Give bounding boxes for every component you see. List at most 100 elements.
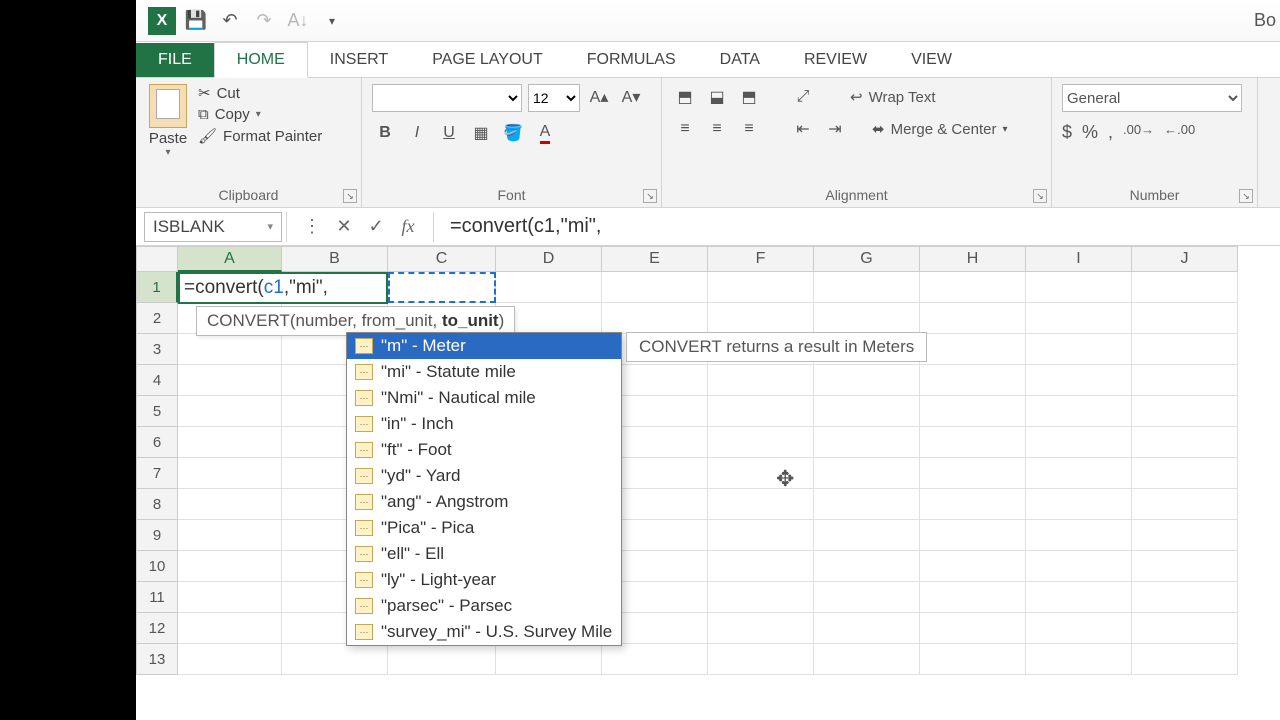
col-header-I[interactable]: I	[1026, 246, 1132, 272]
cell-D13[interactable]	[496, 644, 602, 675]
cancel-icon[interactable]: ✕	[331, 214, 357, 240]
cell-E13[interactable]	[602, 644, 708, 675]
cell-I7[interactable]	[1026, 458, 1132, 489]
cell-F6[interactable]	[708, 427, 814, 458]
cell-J12[interactable]	[1132, 613, 1238, 644]
tab-view[interactable]: VIEW	[889, 43, 974, 77]
cell-F12[interactable]	[708, 613, 814, 644]
cell-I5[interactable]	[1026, 396, 1132, 427]
font-launcher-icon[interactable]: ↘	[643, 189, 657, 203]
cell-I11[interactable]	[1026, 582, 1132, 613]
cell-J7[interactable]	[1132, 458, 1238, 489]
col-header-C[interactable]: C	[388, 246, 496, 272]
cell-F11[interactable]	[708, 582, 814, 613]
cell-H10[interactable]	[920, 551, 1026, 582]
cell-H5[interactable]	[920, 396, 1026, 427]
cell-G1[interactable]	[814, 272, 920, 303]
cell-J3[interactable]	[1132, 334, 1238, 365]
cell-I10[interactable]	[1026, 551, 1132, 582]
fill-color-button[interactable]: 🪣	[500, 120, 526, 146]
align-left-icon[interactable]: ≡	[672, 116, 698, 142]
row-header-10[interactable]: 10	[136, 551, 178, 582]
cell-I1[interactable]	[1026, 272, 1132, 303]
percent-icon[interactable]: %	[1082, 122, 1098, 143]
format-painter-button[interactable]: 🖌Format Painter	[198, 127, 322, 145]
bold-button[interactable]: B	[372, 120, 398, 146]
redo-icon[interactable]: ↷	[250, 7, 278, 35]
autocomplete-option[interactable]: ⋯"in" - Inch	[347, 411, 621, 437]
cell-H7[interactable]	[920, 458, 1026, 489]
qat-customize-icon[interactable]: ▾	[318, 7, 346, 35]
col-header-D[interactable]: D	[496, 246, 602, 272]
autocomplete-option[interactable]: ⋯"m" - Meter	[347, 333, 621, 359]
cell-H3[interactable]	[920, 334, 1026, 365]
col-header-J[interactable]: J	[1132, 246, 1238, 272]
row-header-4[interactable]: 4	[136, 365, 178, 396]
cell-J13[interactable]	[1132, 644, 1238, 675]
autocomplete-option[interactable]: ⋯"mi" - Statute mile	[347, 359, 621, 385]
decrease-indent-icon[interactable]: ⇤	[790, 116, 816, 142]
formula-input[interactable]: =convert(c1,"mi",	[438, 215, 1280, 238]
align-bottom-icon[interactable]: ⬒	[736, 84, 762, 110]
unit-autocomplete-dropdown[interactable]: ⋯"m" - Meter⋯"mi" - Statute mile⋯"Nmi" -…	[346, 332, 622, 646]
row-header-3[interactable]: 3	[136, 334, 178, 365]
cell-H12[interactable]	[920, 613, 1026, 644]
row-header-13[interactable]: 13	[136, 644, 178, 675]
col-header-F[interactable]: F	[708, 246, 814, 272]
autocomplete-option[interactable]: ⋯"Pica" - Pica	[347, 515, 621, 541]
cell-H11[interactable]	[920, 582, 1026, 613]
cell-F9[interactable]	[708, 520, 814, 551]
row-header-1[interactable]: 1	[136, 272, 178, 303]
cell-J6[interactable]	[1132, 427, 1238, 458]
comma-icon[interactable]: ,	[1108, 122, 1113, 143]
tab-file[interactable]: FILE	[136, 43, 214, 77]
cell-A12[interactable]	[178, 613, 282, 644]
wrap-text-button[interactable]: ↩Wrap Text	[844, 84, 942, 110]
decrease-decimal-icon[interactable]: ←.00	[1164, 122, 1195, 143]
row-header-6[interactable]: 6	[136, 427, 178, 458]
cell-F2[interactable]	[708, 303, 814, 334]
borders-button[interactable]: ▦	[468, 120, 494, 146]
cut-button[interactable]: ✂Cut	[198, 84, 322, 102]
cell-G7[interactable]	[814, 458, 920, 489]
cell-G6[interactable]	[814, 427, 920, 458]
font-size-select[interactable]: 12	[528, 84, 580, 112]
align-center-icon[interactable]: ≡	[704, 116, 730, 142]
cell-G2[interactable]	[814, 303, 920, 334]
cell-B13[interactable]	[282, 644, 388, 675]
cell-H1[interactable]	[920, 272, 1026, 303]
cell-J5[interactable]	[1132, 396, 1238, 427]
sort-icon[interactable]: A↓	[284, 7, 312, 35]
alignment-launcher-icon[interactable]: ↘	[1033, 189, 1047, 203]
cell-A4[interactable]	[178, 365, 282, 396]
enter-icon[interactable]: ✓	[363, 214, 389, 240]
cell-A10[interactable]	[178, 551, 282, 582]
cell-G9[interactable]	[814, 520, 920, 551]
tab-review[interactable]: REVIEW	[782, 43, 889, 77]
col-header-H[interactable]: H	[920, 246, 1026, 272]
autocomplete-option[interactable]: ⋯"ang" - Angstrom	[347, 489, 621, 515]
increase-decimal-icon[interactable]: .00→	[1123, 122, 1154, 143]
cell-A5[interactable]	[178, 396, 282, 427]
row-header-8[interactable]: 8	[136, 489, 178, 520]
cell-F13[interactable]	[708, 644, 814, 675]
number-format-select[interactable]: General	[1062, 84, 1242, 112]
save-icon[interactable]: 💾	[182, 7, 210, 35]
cell-J4[interactable]	[1132, 365, 1238, 396]
paste-button[interactable]: Paste ▾	[146, 84, 190, 185]
fx-icon[interactable]: fx	[395, 214, 421, 240]
cell-G8[interactable]	[814, 489, 920, 520]
cell-E1[interactable]	[602, 272, 708, 303]
cell-G12[interactable]	[814, 613, 920, 644]
autocomplete-option[interactable]: ⋯"ell" - Ell	[347, 541, 621, 567]
cell-A3[interactable]	[178, 334, 282, 365]
font-family-select[interactable]	[372, 84, 522, 112]
tab-home[interactable]: HOME	[214, 42, 308, 78]
cell-F8[interactable]	[708, 489, 814, 520]
cell-G4[interactable]	[814, 365, 920, 396]
name-box[interactable]: ISBLANK▾	[144, 212, 282, 242]
currency-icon[interactable]: $	[1062, 122, 1072, 143]
paste-dropdown-icon[interactable]: ▾	[165, 147, 170, 158]
autocomplete-option[interactable]: ⋯"Nmi" - Nautical mile	[347, 385, 621, 411]
tab-page-layout[interactable]: PAGE LAYOUT	[410, 43, 565, 77]
